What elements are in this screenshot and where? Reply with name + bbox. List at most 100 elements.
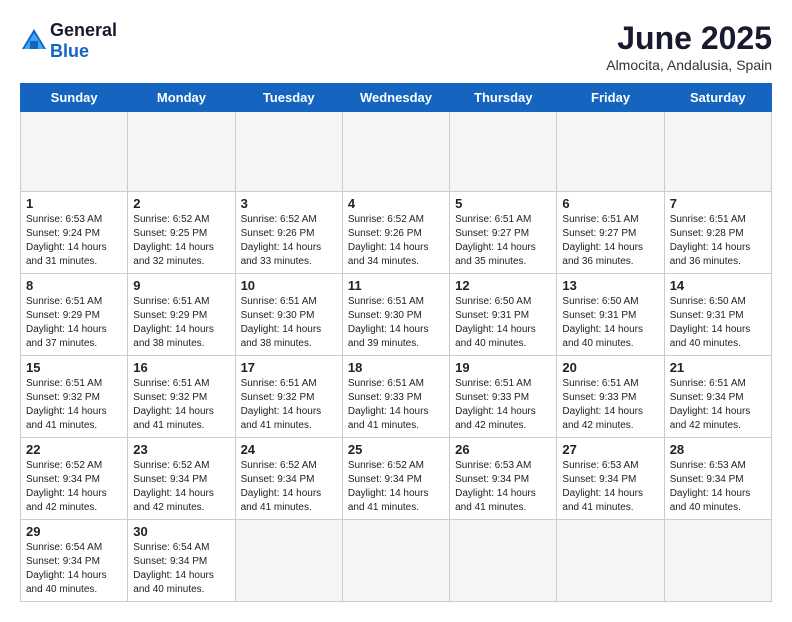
calendar-cell: 14 Sunrise: 6:50 AM Sunset: 9:31 PM Dayl…: [664, 274, 771, 356]
sunset-text: Sunset: 9:33 PM: [562, 392, 636, 403]
sunset-text: Sunset: 9:30 PM: [241, 310, 315, 321]
sunrise-text: Sunrise: 6:51 AM: [241, 296, 317, 307]
sunset-text: Sunset: 9:34 PM: [241, 474, 315, 485]
daylight-text: Daylight: 14 hours and 35 minutes.: [455, 242, 536, 267]
day-of-week-wednesday: Wednesday: [342, 84, 449, 112]
sunset-text: Sunset: 9:28 PM: [670, 228, 744, 239]
sunset-text: Sunset: 9:34 PM: [26, 556, 100, 567]
sunset-text: Sunset: 9:30 PM: [348, 310, 422, 321]
calendar-cell: 21 Sunrise: 6:51 AM Sunset: 9:34 PM Dayl…: [664, 356, 771, 438]
day-number: 3: [241, 196, 337, 211]
day-number: 24: [241, 442, 337, 457]
calendar-cell: [450, 112, 557, 192]
sunrise-text: Sunrise: 6:51 AM: [241, 378, 317, 389]
sunrise-text: Sunrise: 6:52 AM: [133, 214, 209, 225]
daylight-text: Daylight: 14 hours and 42 minutes.: [455, 406, 536, 431]
daylight-text: Daylight: 14 hours and 41 minutes.: [133, 406, 214, 431]
sunset-text: Sunset: 9:31 PM: [455, 310, 529, 321]
sunrise-text: Sunrise: 6:50 AM: [455, 296, 531, 307]
daylight-text: Daylight: 14 hours and 38 minutes.: [133, 324, 214, 349]
daylight-text: Daylight: 14 hours and 41 minutes.: [348, 488, 429, 513]
sunrise-text: Sunrise: 6:51 AM: [670, 214, 746, 225]
day-number: 25: [348, 442, 444, 457]
sunrise-text: Sunrise: 6:51 AM: [670, 378, 746, 389]
sunset-text: Sunset: 9:34 PM: [562, 474, 636, 485]
day-number: 28: [670, 442, 766, 457]
sunrise-text: Sunrise: 6:51 AM: [133, 378, 209, 389]
logo-general: General: [50, 20, 117, 40]
sunset-text: Sunset: 9:27 PM: [562, 228, 636, 239]
calendar-cell: 22 Sunrise: 6:52 AM Sunset: 9:34 PM Dayl…: [21, 438, 128, 520]
calendar-cell: [557, 520, 664, 602]
day-number: 6: [562, 196, 658, 211]
calendar-week-4: 22 Sunrise: 6:52 AM Sunset: 9:34 PM Dayl…: [21, 438, 772, 520]
logo-icon: [20, 27, 48, 55]
calendar-cell: [664, 520, 771, 602]
daylight-text: Daylight: 14 hours and 41 minutes.: [241, 406, 322, 431]
daylight-text: Daylight: 14 hours and 40 minutes.: [670, 488, 751, 513]
daylight-text: Daylight: 14 hours and 39 minutes.: [348, 324, 429, 349]
calendar-cell: 24 Sunrise: 6:52 AM Sunset: 9:34 PM Dayl…: [235, 438, 342, 520]
calendar-cell: 5 Sunrise: 6:51 AM Sunset: 9:27 PM Dayli…: [450, 192, 557, 274]
sunrise-text: Sunrise: 6:51 AM: [455, 378, 531, 389]
sunset-text: Sunset: 9:31 PM: [562, 310, 636, 321]
calendar-cell: [235, 520, 342, 602]
day-number: 1: [26, 196, 122, 211]
sunrise-text: Sunrise: 6:52 AM: [26, 460, 102, 471]
day-number: 29: [26, 524, 122, 539]
calendar-cell: 20 Sunrise: 6:51 AM Sunset: 9:33 PM Dayl…: [557, 356, 664, 438]
day-of-week-sunday: Sunday: [21, 84, 128, 112]
calendar-cell: [21, 112, 128, 192]
calendar-header: SundayMondayTuesdayWednesdayThursdayFrid…: [21, 84, 772, 112]
sunset-text: Sunset: 9:32 PM: [26, 392, 100, 403]
sunrise-text: Sunrise: 6:52 AM: [348, 460, 424, 471]
calendar-week-2: 8 Sunrise: 6:51 AM Sunset: 9:29 PM Dayli…: [21, 274, 772, 356]
sunset-text: Sunset: 9:34 PM: [455, 474, 529, 485]
daylight-text: Daylight: 14 hours and 34 minutes.: [348, 242, 429, 267]
calendar-cell: 11 Sunrise: 6:51 AM Sunset: 9:30 PM Dayl…: [342, 274, 449, 356]
sunrise-text: Sunrise: 6:52 AM: [241, 214, 317, 225]
calendar-cell: 13 Sunrise: 6:50 AM Sunset: 9:31 PM Dayl…: [557, 274, 664, 356]
daylight-text: Daylight: 14 hours and 42 minutes.: [26, 488, 107, 513]
day-number: 30: [133, 524, 229, 539]
daylight-text: Daylight: 14 hours and 41 minutes.: [455, 488, 536, 513]
day-number: 21: [670, 360, 766, 375]
calendar-cell: [342, 112, 449, 192]
calendar-week-1: 1 Sunrise: 6:53 AM Sunset: 9:24 PM Dayli…: [21, 192, 772, 274]
sunset-text: Sunset: 9:34 PM: [348, 474, 422, 485]
sunset-text: Sunset: 9:25 PM: [133, 228, 207, 239]
calendar-cell: 27 Sunrise: 6:53 AM Sunset: 9:34 PM Dayl…: [557, 438, 664, 520]
day-number: 5: [455, 196, 551, 211]
daylight-text: Daylight: 14 hours and 40 minutes.: [562, 324, 643, 349]
daylight-text: Daylight: 14 hours and 36 minutes.: [562, 242, 643, 267]
calendar-cell: 16 Sunrise: 6:51 AM Sunset: 9:32 PM Dayl…: [128, 356, 235, 438]
calendar-cell: 6 Sunrise: 6:51 AM Sunset: 9:27 PM Dayli…: [557, 192, 664, 274]
sunrise-text: Sunrise: 6:54 AM: [26, 542, 102, 553]
day-number: 8: [26, 278, 122, 293]
calendar-cell: 3 Sunrise: 6:52 AM Sunset: 9:26 PM Dayli…: [235, 192, 342, 274]
daylight-text: Daylight: 14 hours and 41 minutes.: [348, 406, 429, 431]
sunrise-text: Sunrise: 6:54 AM: [133, 542, 209, 553]
sunrise-text: Sunrise: 6:52 AM: [241, 460, 317, 471]
day-number: 27: [562, 442, 658, 457]
day-of-week-saturday: Saturday: [664, 84, 771, 112]
sunrise-text: Sunrise: 6:51 AM: [455, 214, 531, 225]
calendar-cell: [342, 520, 449, 602]
day-number: 16: [133, 360, 229, 375]
sunset-text: Sunset: 9:34 PM: [670, 392, 744, 403]
sunrise-text: Sunrise: 6:51 AM: [562, 378, 638, 389]
sunrise-text: Sunrise: 6:51 AM: [348, 378, 424, 389]
day-number: 13: [562, 278, 658, 293]
calendar-week-3: 15 Sunrise: 6:51 AM Sunset: 9:32 PM Dayl…: [21, 356, 772, 438]
day-number: 17: [241, 360, 337, 375]
calendar-cell: 2 Sunrise: 6:52 AM Sunset: 9:25 PM Dayli…: [128, 192, 235, 274]
sunrise-text: Sunrise: 6:51 AM: [133, 296, 209, 307]
calendar-cell: [664, 112, 771, 192]
sunset-text: Sunset: 9:27 PM: [455, 228, 529, 239]
daylight-text: Daylight: 14 hours and 40 minutes.: [670, 324, 751, 349]
daylight-text: Daylight: 14 hours and 40 minutes.: [26, 570, 107, 595]
sunset-text: Sunset: 9:34 PM: [26, 474, 100, 485]
sunset-text: Sunset: 9:33 PM: [348, 392, 422, 403]
calendar-cell: 26 Sunrise: 6:53 AM Sunset: 9:34 PM Dayl…: [450, 438, 557, 520]
day-of-week-thursday: Thursday: [450, 84, 557, 112]
